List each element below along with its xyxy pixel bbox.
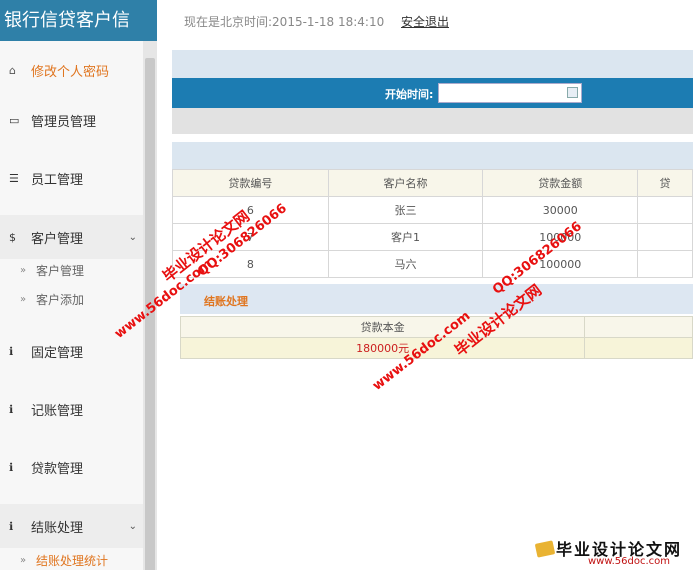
sidebar-item-accounting[interactable]: ℹ 记账管理	[0, 380, 143, 438]
double-chevron-icon: »	[20, 554, 27, 566]
sidebar-item-admin[interactable]: ▭ 管理员管理	[0, 91, 143, 149]
list-icon: ☰	[9, 171, 19, 185]
table-header-row: 贷款本金	[179, 316, 693, 338]
sidebar-subitem-customer-manage[interactable]: » 客户管理	[0, 256, 143, 284]
clock-text: 现在是北京时间:2015-1-18 18:4:10	[184, 15, 385, 29]
dollar-icon: $	[9, 230, 16, 244]
sidebar-item-label: 记账管理	[31, 403, 84, 419]
column-header	[584, 316, 693, 338]
column-header: 贷款编号	[172, 169, 329, 197]
double-chevron-icon: »	[20, 293, 27, 305]
table-row: 180000元	[179, 337, 693, 359]
book-logo-icon	[534, 540, 556, 558]
sidebar-item-label: 管理员管理	[31, 114, 97, 130]
sidebar-item-loan[interactable]: ℹ 贷款管理	[0, 438, 143, 496]
sidebar-item-customer[interactable]: $ 客户管理 ⌄	[0, 215, 143, 259]
settlement-title: 结账处理	[204, 295, 248, 308]
settlement-header: 结账处理	[180, 284, 693, 314]
sidebar-item-label: 客户管理	[31, 231, 84, 247]
start-time-input[interactable]	[438, 83, 582, 103]
info-icon: ℹ	[9, 402, 14, 416]
info-icon: ℹ	[9, 344, 14, 358]
sidebar-subitem-label: 结账处理统计	[36, 553, 109, 568]
settlement-table: 贷款本金 180000元	[179, 316, 693, 359]
sidebar-item-label: 固定管理	[31, 345, 84, 361]
sidebar-subitem-customer-add[interactable]: » 客户添加	[0, 285, 143, 313]
table-header-row: 贷款编号 客户名称 贷款金额 贷	[172, 169, 693, 197]
table-cell: 张三	[327, 196, 484, 224]
table-cell: 100000	[482, 250, 639, 278]
home-icon: ⌂	[9, 63, 16, 77]
chevron-down-icon: ⌄	[128, 231, 137, 243]
info-icon: ℹ	[9, 460, 14, 474]
table-cell: 8	[172, 250, 329, 278]
column-header: 贷款金额	[482, 169, 639, 197]
sidebar-item-label: 员工管理	[31, 172, 84, 188]
column-header: 客户名称	[327, 169, 484, 197]
column-header: 贷款本金	[179, 316, 586, 338]
sidebar-item-fixed[interactable]: ℹ 固定管理	[0, 322, 143, 380]
table-row: 6 张三 30000	[172, 196, 693, 224]
start-time-label: 开始时间:	[385, 88, 434, 101]
logo-url: www.56doc.com	[588, 556, 671, 567]
table-cell: 180000元	[179, 337, 586, 359]
calendar-icon[interactable]	[567, 87, 578, 98]
scrollbar-thumb[interactable]	[145, 58, 155, 570]
sidebar-subitem-label: 客户添加	[36, 292, 85, 307]
loan-table: 贷款编号 客户名称 贷款金额 贷 6 张三 30000 7 客户1 100000…	[172, 169, 693, 278]
table-cell: 30000	[482, 196, 639, 224]
search-bar: 开始时间:	[172, 78, 693, 108]
column-header: 贷	[637, 169, 693, 197]
table-cell: 100000	[482, 223, 639, 251]
table-row: 8 马六 100000	[172, 250, 693, 278]
table-cell: 7	[172, 223, 329, 251]
chevron-down-icon: ⌄	[128, 520, 137, 532]
sidebar-subitem-settlement-stats[interactable]: » 结账处理统计	[0, 546, 143, 570]
table-cell	[637, 250, 693, 278]
table-cell: 客户1	[327, 223, 484, 251]
table-cell	[584, 337, 693, 359]
app-title: 银行信贷客户信	[0, 0, 157, 41]
sidebar-item-label: 结账处理	[31, 520, 84, 536]
inbox-icon: ▭	[9, 113, 20, 127]
search-panel-footer	[172, 108, 693, 134]
info-icon: ℹ	[9, 519, 14, 533]
watermark-logo: 毕业设计论文网 www.56doc.com	[528, 536, 693, 570]
sidebar: ⌂ 修改个人密码 ▭ 管理员管理 ☰ 员工管理 $ 客户管理 ⌄ » 客户管理 …	[0, 41, 157, 570]
table-cell: 6	[172, 196, 329, 224]
table-cell	[637, 223, 693, 251]
table-cell	[637, 196, 693, 224]
sidebar-item-label: 修改个人密码	[31, 64, 110, 80]
search-panel-header	[172, 50, 693, 78]
sidebar-item-settlement[interactable]: ℹ 结账处理 ⌄	[0, 504, 143, 548]
double-chevron-icon: »	[20, 264, 27, 276]
loan-list-header	[172, 142, 693, 169]
table-cell: 马六	[327, 250, 484, 278]
app-root: 银行信贷客户信 现在是北京时间:2015-1-18 18:4:10 安全退出 ⌂…	[0, 0, 693, 570]
logout-link[interactable]: 安全退出	[401, 13, 449, 30]
sidebar-item-staff[interactable]: ☰ 员工管理	[0, 149, 143, 207]
sidebar-item-label: 贷款管理	[31, 461, 84, 477]
sidebar-scrollbar[interactable]	[143, 41, 157, 570]
top-bar: 现在是北京时间:2015-1-18 18:4:10 安全退出	[157, 0, 693, 41]
settlement-panel: 结账处理 贷款本金 180000元	[179, 284, 693, 359]
sidebar-subitem-label: 客户管理	[36, 263, 85, 278]
table-row: 7 客户1 100000	[172, 223, 693, 251]
